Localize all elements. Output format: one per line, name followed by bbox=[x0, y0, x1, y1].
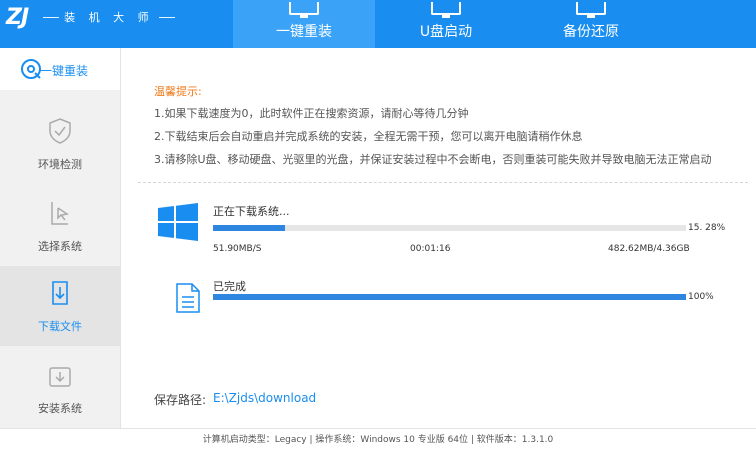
shield-check-icon bbox=[49, 118, 71, 144]
sidebar-item-reinstall[interactable]: 一键重装 bbox=[0, 48, 120, 90]
app-logo: ZJ 装 机 大 师 bbox=[6, 2, 206, 32]
install-icon bbox=[49, 367, 71, 387]
tip-line: 1.如果下载速度为0，此时软件正在搜索资源，请耐心等待几分钟 bbox=[154, 107, 469, 120]
footer-divider bbox=[0, 428, 756, 429]
logo-text: 装 机 大 师 bbox=[64, 11, 154, 24]
tab-label: 一键重装 bbox=[276, 24, 332, 40]
tips-title: 温馨提示: bbox=[154, 85, 202, 98]
sidebar-item-label: 下载文件 bbox=[38, 320, 82, 333]
sidebar-item-env-check[interactable]: 环境检测 bbox=[0, 106, 120, 184]
complete-progress-bar bbox=[213, 294, 686, 300]
download-progress-text: 15. 28% bbox=[688, 223, 726, 233]
app-header: ZJ 装 机 大 师 一键重装 U盘启动 备份还原 bbox=[0, 0, 756, 48]
cursor-select-icon bbox=[51, 202, 69, 225]
sidebar-item-select-system[interactable]: 选择系统 bbox=[0, 188, 120, 266]
tab-usb-boot[interactable]: U盘启动 bbox=[375, 0, 517, 48]
document-icon bbox=[176, 283, 200, 313]
complete-status: 已完成 bbox=[213, 280, 246, 293]
save-path-link[interactable]: E:\Zjds\download bbox=[213, 391, 316, 405]
monitor-icon bbox=[431, 2, 461, 18]
sidebar-item-install-system[interactable]: 安装系统 bbox=[0, 350, 120, 428]
sidebar-item-label: 环境检测 bbox=[38, 158, 82, 171]
tab-label: U盘启动 bbox=[419, 24, 473, 40]
download-file-icon bbox=[52, 281, 68, 305]
download-size: 482.62MB/4.36GB bbox=[608, 244, 690, 254]
tip-line: 3.请移除U盘、移动硬盘、光驱里的光盘，并保证安装过程中不会断电，否则重装可能失… bbox=[154, 153, 712, 166]
sidebar-item-label: 选择系统 bbox=[38, 240, 82, 253]
download-speed: 51.90MB/S bbox=[213, 244, 262, 254]
windows-logo-icon bbox=[158, 203, 198, 241]
sidebar-item-label: 一键重装 bbox=[40, 64, 89, 78]
sidebar-item-label: 安装系统 bbox=[38, 402, 82, 415]
sidebar-item-download-file[interactable]: 下载文件 bbox=[0, 266, 120, 346]
save-path-label: 保存路径: bbox=[154, 393, 207, 407]
monitor-icon bbox=[576, 2, 606, 18]
tip-line: 2.下载结束后会自动重启并完成系统的安装，全程无需干预，您可以离开电脑请稍作休息 bbox=[154, 130, 583, 143]
tab-one-click-reinstall[interactable]: 一键重装 bbox=[233, 0, 375, 48]
download-progress-bar bbox=[213, 225, 686, 231]
download-progress-fill bbox=[213, 225, 286, 231]
footer-info: 计算机启动类型：Legacy | 操作系统：Windows 10 专业版 64位… bbox=[202, 435, 554, 445]
divider bbox=[138, 182, 748, 183]
download-status: 正在下载系统... bbox=[213, 205, 290, 218]
logo-mark-icon: ZJ bbox=[6, 4, 29, 30]
tab-backup-restore[interactable]: 备份还原 bbox=[520, 0, 662, 48]
tab-label: 备份还原 bbox=[563, 24, 619, 40]
sidebar: 一键重装 环境检测 选择系统 下载文件 安装系统 bbox=[0, 48, 121, 428]
download-elapsed: 00:01:16 bbox=[410, 244, 451, 254]
reinstall-icon bbox=[21, 59, 41, 79]
complete-progress-text: 100% bbox=[688, 292, 714, 302]
monitor-icon bbox=[289, 2, 319, 18]
complete-progress-fill bbox=[213, 294, 686, 300]
